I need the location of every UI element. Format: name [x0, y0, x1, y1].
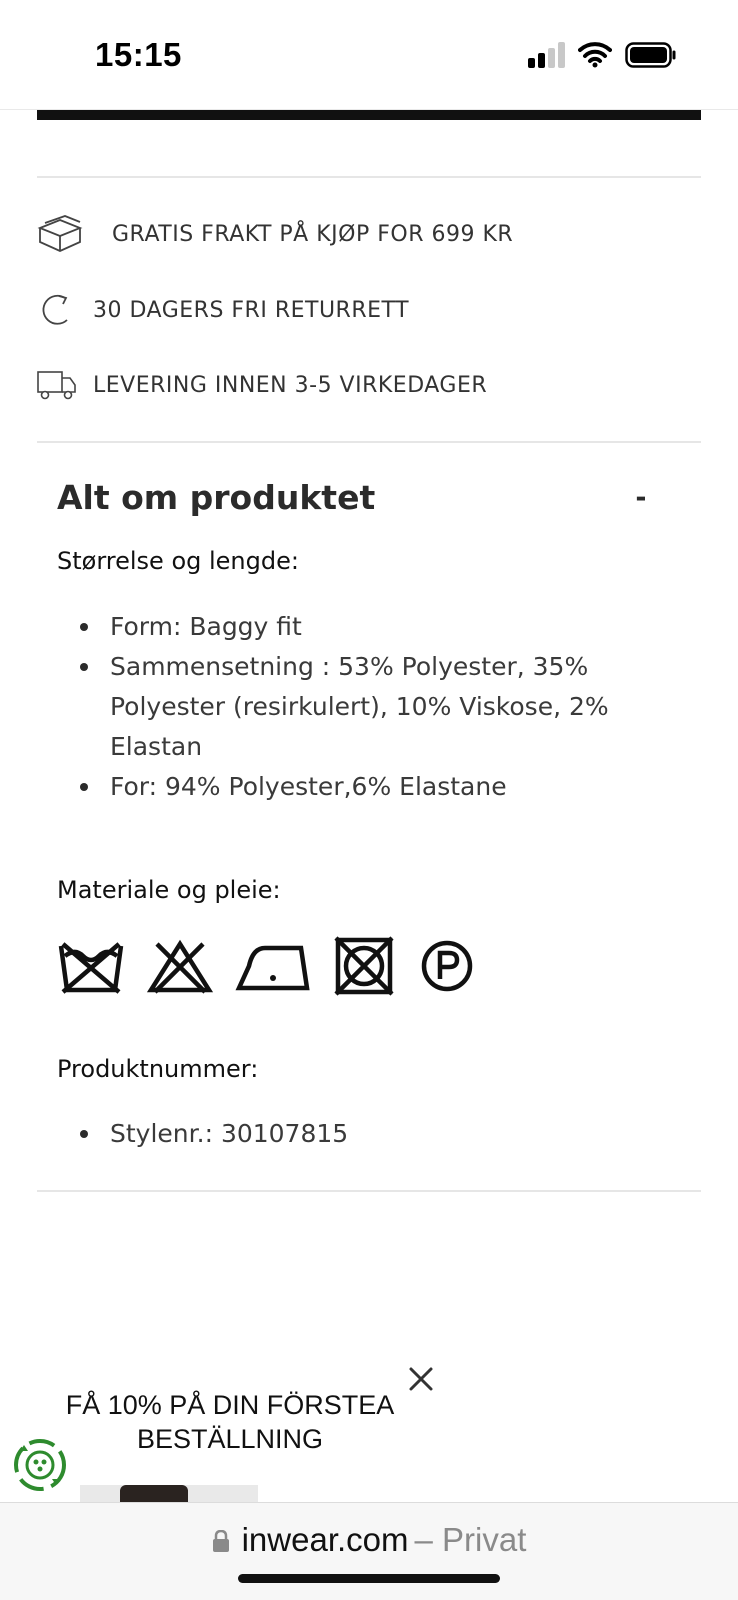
usp-free-returns: 30 DAGERS FRI RETURRETT	[37, 285, 701, 335]
do-not-bleach-icon	[147, 935, 213, 997]
lock-icon	[212, 1530, 229, 1552]
usp-free-shipping: GRATIS FRAKT PÅ KJØP FOR 699 KR	[37, 209, 701, 259]
divider	[37, 176, 701, 178]
add-to-cart-bar-edge	[37, 110, 701, 120]
iron-low-heat-icon	[235, 935, 311, 997]
care-icons-row	[57, 935, 499, 997]
wifi-icon	[578, 42, 612, 68]
product-number-heading: Produktnummer:	[57, 1055, 259, 1083]
do-not-tumble-dry-icon	[333, 935, 395, 997]
do-not-wash-icon	[57, 935, 125, 997]
private-mode-label: Privat	[442, 1521, 527, 1558]
size-section-heading: Størrelse og lengde:	[57, 547, 299, 575]
url-domain: inwear.com	[241, 1521, 409, 1558]
professional-dry-clean-p-icon	[417, 935, 477, 997]
model-figure	[120, 1485, 188, 1503]
list-item: Form: Baggy fit	[57, 607, 657, 647]
status-time: 15:15	[95, 36, 182, 73]
return-arrow-icon	[37, 288, 93, 332]
product-number-list: Stylenr.: 30107815	[57, 1114, 657, 1154]
list-item: For: 94% Polyester,6% Elastane	[57, 767, 657, 807]
url-display[interactable]: inwear.com – Privat	[0, 1521, 738, 1559]
package-box-icon	[37, 212, 112, 256]
delivery-truck-icon	[37, 363, 93, 407]
usp-delivery-text: LEVERING INNEN 3-5 VIRKEDAGER	[93, 372, 488, 398]
list-item: Sammensetning : 53% Polyester, 35% Polye…	[57, 647, 657, 767]
usp-free-shipping-text: GRATIS FRAKT PÅ KJØP FOR 699 KR	[112, 221, 514, 247]
popup-product-image	[80, 1485, 258, 1503]
size-bullet-list: Form: Baggy fit Sammensetning : 53% Poly…	[57, 607, 657, 807]
divider	[37, 441, 701, 443]
divider	[37, 1190, 701, 1192]
recycle-badge-icon[interactable]	[12, 1437, 68, 1493]
cellular-signal-icon	[528, 42, 565, 68]
browser-address-bar[interactable]: inwear.com – Privat	[0, 1502, 738, 1600]
list-item: Stylenr.: 30107815	[57, 1114, 657, 1154]
home-indicator[interactable]	[238, 1574, 500, 1583]
status-bar: 15:15	[0, 0, 738, 110]
care-section-heading: Materiale og pleie:	[57, 876, 281, 904]
usp-delivery: LEVERING INNEN 3-5 VIRKEDAGER	[37, 360, 701, 410]
url-separator: –	[414, 1521, 433, 1558]
accordion-collapse-toggle[interactable]: -	[626, 478, 656, 515]
usp-free-returns-text: 30 DAGERS FRI RETURRETT	[93, 297, 410, 323]
discount-popup-text[interactable]: FÅ 10% PÅ DIN FÖRSTEA BESTÄLLNING	[40, 1388, 420, 1456]
accordion-title[interactable]: Alt om produktet	[57, 478, 375, 517]
close-icon[interactable]	[405, 1363, 437, 1395]
battery-icon	[625, 42, 676, 68]
